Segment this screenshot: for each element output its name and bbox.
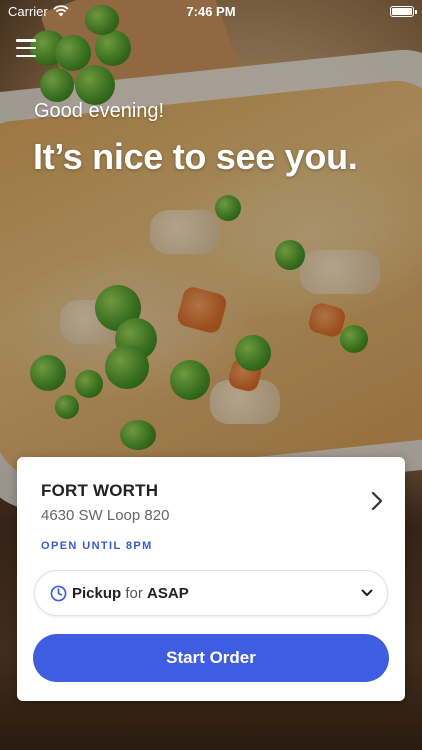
battery-icon [390, 5, 417, 17]
order-time: ASAP [147, 584, 189, 602]
location-row[interactable]: FORT WORTH 4630 SW Loop 820 [41, 481, 385, 524]
order-type-select[interactable]: Pickup for ASAP [34, 570, 388, 616]
carrier-label: Carrier [8, 3, 48, 19]
menu-line [16, 46, 36, 50]
location-name: FORT WORTH [41, 481, 159, 500]
location-address: 4630 SW Loop 820 [41, 507, 170, 524]
battery-fill [392, 7, 412, 15]
location-info: FORT WORTH 4630 SW Loop 820 [41, 481, 169, 524]
order-connector: for [125, 584, 143, 602]
status-bar: Carrier 7:46 PM [0, 0, 422, 22]
carrier-group: Carrier [8, 4, 69, 19]
hamburger-menu-icon[interactable] [16, 39, 36, 57]
location-card: FORT WORTH 4630 SW Loop 820 OPEN UNTIL 8… [17, 457, 405, 701]
order-mode: Pickup [72, 584, 122, 602]
greeting-text: Good evening! [34, 100, 165, 122]
start-order-button[interactable]: Start Order [33, 634, 389, 682]
headline-text: It’s nice to see you. [33, 136, 358, 177]
menu-line [16, 54, 36, 57]
chevron-right-icon[interactable] [369, 491, 385, 511]
hours-label: OPEN UNTIL 8PM [41, 540, 153, 552]
status-time: 7:46 PM [186, 3, 236, 19]
menu-line [16, 39, 36, 42]
chevron-down-icon [361, 589, 373, 596]
order-type-text: Pickup for ASAP [72, 585, 361, 602]
clock-icon [50, 585, 67, 601]
wifi-icon [53, 5, 69, 17]
